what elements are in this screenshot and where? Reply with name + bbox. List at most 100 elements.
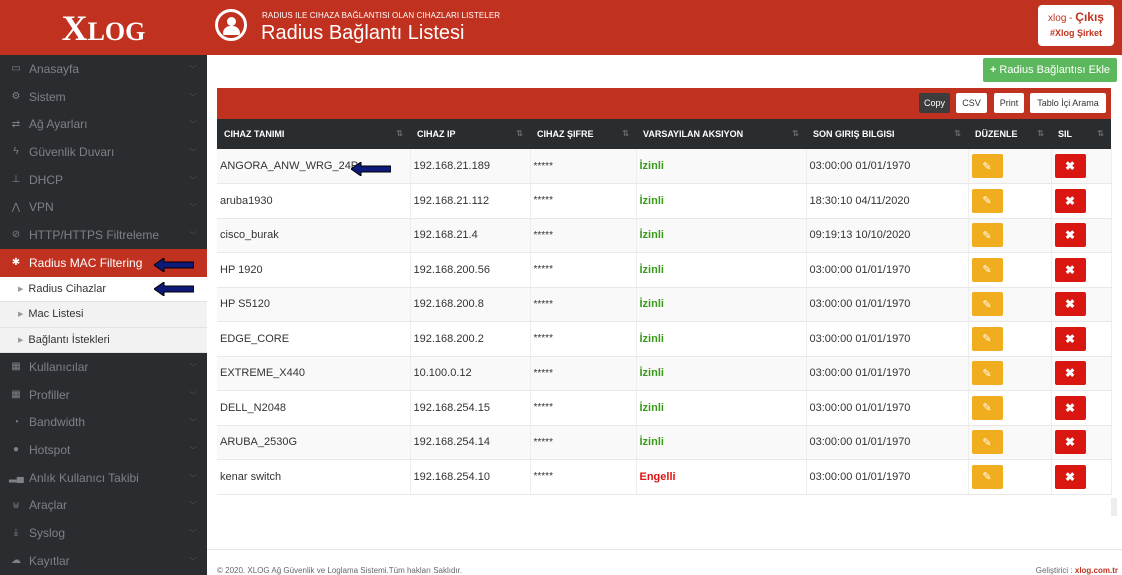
delete-button[interactable]: ✖ (1054, 361, 1086, 386)
cell-device-name: ARUBA_2530G (220, 436, 298, 449)
sidebar-item-sistem[interactable]: ⚙ Sistem ﹀ (0, 83, 207, 111)
cloud-icon: ☁ (11, 555, 21, 567)
cell-device-ip: 192.168.200.2 (413, 332, 484, 345)
edit-button[interactable]: ✎ (971, 430, 1003, 455)
edit-button[interactable]: ✎ (971, 223, 1003, 248)
sidebar-item-vpn[interactable]: ⋀ VPN ﹀ (0, 193, 207, 221)
sort-icon: ⇅ (1037, 129, 1044, 138)
footer-copyright: © 2020. XLOG Ağ Güvenlik ve Loglama Sist… (217, 566, 463, 575)
cell-default-action: İzinli (639, 263, 664, 276)
delete-button[interactable]: ✖ (1054, 223, 1086, 248)
edit-button[interactable]: ✎ (971, 464, 1003, 489)
col-header-name[interactable]: CIHAZ TANIMI ⇅ (217, 119, 410, 149)
edit-button[interactable]: ✎ (971, 257, 1003, 282)
chevron-down-icon: ﹀ (189, 529, 197, 539)
user-circle-icon (215, 9, 247, 41)
col-header-default-action[interactable]: VARSAYILAN AKSIYON ⇅ (636, 119, 806, 149)
table-row: HP S5120 192.168.200.8 ***** İzinli 03:00:00… (217, 287, 1112, 322)
delete-button[interactable]: ✖ (1054, 154, 1086, 178)
delete-button[interactable]: ✖ (1054, 430, 1086, 455)
chevron-down-icon: ﹀ (189, 390, 197, 400)
chevron-down-icon: ﹀ (189, 501, 197, 511)
cell-device-password: ***** (533, 298, 553, 310)
cell-last-login: 03:00:00 01/01/1970 (809, 367, 911, 380)
scrollbar[interactable] (1111, 498, 1117, 516)
chevron-down-icon: ﹀ (189, 92, 197, 102)
cell-last-login: 03:00:00 01/01/1970 (809, 436, 911, 449)
cell-device-ip: 192.168.200.8 (413, 298, 484, 311)
sidebar-subitem-mac-listesi[interactable]: ▶ Mac Listesi (0, 302, 207, 328)
globe-icon: ● (12, 444, 20, 456)
close-icon: ✖ (1064, 262, 1076, 277)
table-header-row: CIHAZ TANIMI ⇅ CIHAZ IP ⇅ CIHAZ ŞIFRE ⇅ VAR… (217, 119, 1111, 149)
cell-device-name: ANGORA_ANW_WRG_24P (220, 160, 359, 172)
sidebar-item-bandwidth[interactable]: ◔ Bandwidth ﹀ (0, 408, 207, 436)
developer-link[interactable]: xlog.com.tr (1075, 566, 1118, 575)
logout-link[interactable]: Çıkış (1075, 10, 1104, 24)
add-radius-connection-button[interactable]: + Radius Bağlantısı Ekle (983, 58, 1117, 82)
cell-last-login: 09:19:13 10/10/2020 (809, 229, 911, 242)
delete-button[interactable]: ✖ (1054, 326, 1086, 351)
sidebar-item-anlik-takip[interactable]: ▂▄ Anlık Kullanıcı Takibi ﹀ (0, 464, 207, 492)
edit-button[interactable]: ✎ (971, 154, 1003, 178)
delete-button[interactable]: ✖ (1054, 188, 1086, 213)
edit-button[interactable]: ✎ (971, 395, 1003, 420)
chevron-down-icon: ﹀ (189, 148, 197, 158)
sidebar-subitem-baglanti-istekleri[interactable]: ▶ Bağlantı İstekleri (0, 327, 207, 353)
col-header-password[interactable]: CIHAZ ŞIFRE ⇅ (530, 119, 636, 149)
col-header-ip[interactable]: CIHAZ IP ⇅ (410, 119, 530, 149)
sidebar-item-http-filtreleme[interactable]: ⊘ HTTP/HTTPS Filtreleme ﹀ (0, 221, 207, 249)
edit-button[interactable]: ✎ (971, 188, 1003, 213)
sidebar-item-kullanicilar[interactable]: ▦ Kullanıcılar ﹀ (0, 353, 207, 381)
user-menu[interactable]: xlog - Çıkış #Xlog Şirket (1038, 5, 1114, 46)
col-header-edit[interactable]: DÜZENLE ⇅ (968, 119, 1051, 149)
cell-device-password: ***** (533, 367, 553, 379)
delete-button[interactable]: ✖ (1054, 292, 1086, 317)
chevron-down-icon: ﹀ (189, 473, 197, 483)
sidebar-item-anasayfa[interactable]: ▭ Anasayfa ﹀ (0, 55, 207, 83)
cell-default-action: Engelli (639, 470, 676, 483)
print-button[interactable]: Print (994, 93, 1024, 113)
edit-icon: ✎ (982, 229, 992, 242)
col-header-delete[interactable]: SIL ⇅ (1051, 119, 1111, 149)
table-search-button[interactable]: Tablo İçi Arama (1030, 93, 1106, 113)
csv-button[interactable]: CSV (956, 93, 987, 113)
cell-device-ip: 192.168.254.10 (413, 470, 490, 483)
close-icon: ✖ (1064, 400, 1076, 415)
caret-right-icon: ▶ (18, 311, 24, 319)
cogs-icon: ⚙ (11, 91, 21, 103)
plug-icon: ⊎ (12, 499, 20, 511)
table-row: kenar switch 192.168.254.10 ***** Engelli 03… (217, 459, 1112, 495)
sort-icon: ⇅ (396, 129, 403, 138)
cell-device-password: ***** (533, 195, 553, 207)
cell-last-login: 03:00:00 01/01/1970 (809, 332, 911, 345)
sidebar-item-hotspot[interactable]: ● Hotspot ﹀ (0, 436, 207, 464)
cell-last-login: 18:30:10 04/11/2020 (809, 194, 910, 207)
chevron-down-icon: ﹀ (189, 65, 197, 74)
edit-button[interactable]: ✎ (971, 292, 1003, 317)
footer-divider (207, 549, 1122, 550)
chevron-down-icon: ﹀ (189, 363, 197, 372)
delete-button[interactable]: ✖ (1054, 464, 1086, 489)
sidebar-item-syslog[interactable]: ⤓ Syslog ﹀ (0, 519, 207, 547)
eye-slash-icon: ⊘ (11, 229, 21, 241)
cell-default-action: İzinli (639, 401, 664, 414)
dashboard-icon: ◔ (12, 416, 20, 428)
delete-button[interactable]: ✖ (1054, 395, 1086, 420)
xlog-logo[interactable]: XLOG (0, 0, 207, 55)
cell-device-ip: 192.168.254.15 (413, 401, 490, 414)
caret-right-icon: ▶ (18, 336, 24, 344)
copy-button[interactable]: Copy (919, 93, 950, 113)
sidebar-item-guvenlik-duvari[interactable]: ϟ Güvenlik Duvarı ﹀ (0, 138, 207, 166)
delete-button[interactable]: ✖ (1054, 257, 1086, 282)
sort-icon: ⇅ (954, 129, 961, 138)
edit-button[interactable]: ✎ (971, 326, 1003, 351)
edit-button[interactable]: ✎ (971, 361, 1003, 386)
cell-default-action: İzinli (639, 298, 664, 311)
sidebar-item-dhcp[interactable]: ⊥ DHCP ﹀ (0, 166, 207, 194)
col-header-last-login[interactable]: SON GIRIŞ BILGISI ⇅ (806, 119, 968, 149)
sidebar-item-kayitlar[interactable]: ☁ Kayıtlar ﹀ (0, 547, 207, 575)
sidebar-item-profiller[interactable]: ▦ Profiller ﹀ (0, 381, 207, 409)
sidebar-item-araclar[interactable]: ⊎ Araçlar ﹀ (0, 491, 207, 519)
sidebar-item-ag-ayarlari[interactable]: ⇄ Ağ Ayarları ﹀ (0, 110, 207, 138)
